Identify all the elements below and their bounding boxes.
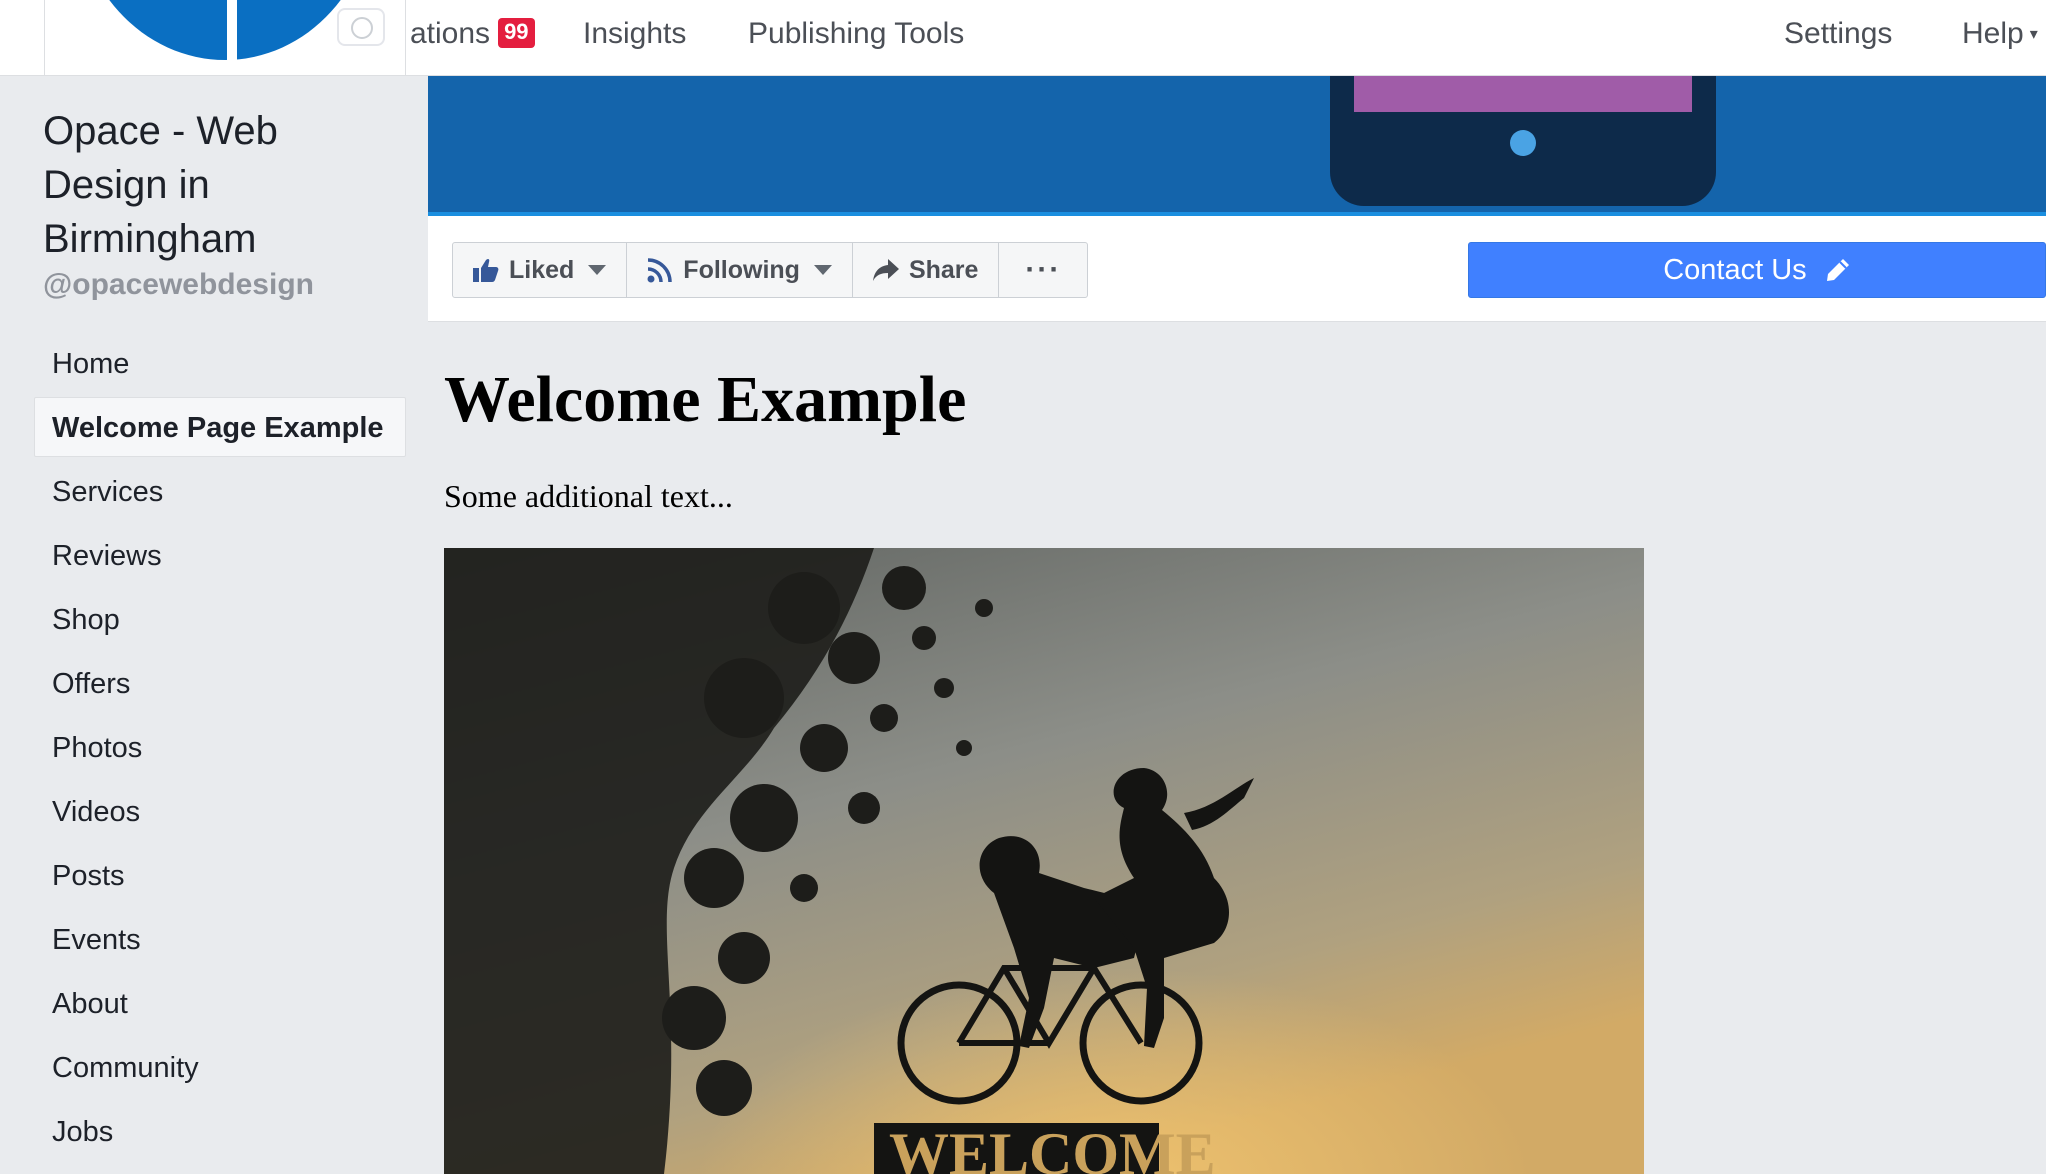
liked-button[interactable]: Liked: [453, 243, 628, 297]
sidebar-item-posts[interactable]: Posts: [34, 845, 406, 905]
camera-icon[interactable]: [337, 8, 385, 46]
help-label: Help: [1962, 17, 2024, 50]
tablet-home-button: [1510, 130, 1536, 156]
following-label: Following: [683, 256, 800, 284]
nav-notifications[interactable]: ations 99: [410, 0, 535, 68]
sidebar-item-jobs[interactable]: Jobs: [34, 1101, 406, 1161]
tablet-illustration: [1330, 76, 1716, 206]
sidebar-item-community[interactable]: Community: [34, 1037, 406, 1097]
chevron-down-icon: [588, 265, 607, 275]
help-caret-icon: ▾: [2029, 26, 2038, 43]
share-label: Share: [908, 256, 979, 284]
cover-photo[interactable]: [428, 76, 2046, 216]
nav-settings[interactable]: Settings: [1784, 0, 1892, 68]
sidebar-item-home[interactable]: Home: [34, 333, 406, 393]
profile-logo-circle: [75, 0, 375, 60]
more-dots-icon: ···: [1025, 253, 1062, 286]
welcome-heading: Welcome Example: [444, 363, 967, 436]
notifications-label: ations: [410, 17, 491, 50]
rss-icon: [647, 257, 673, 283]
sidebar-item-welcome-page-example[interactable]: Welcome Page Example: [34, 397, 406, 457]
page-name[interactable]: Opace - Web Design in Birmingham: [43, 104, 383, 266]
chevron-down-icon: [813, 265, 832, 275]
profile-logo-bar: [227, 0, 237, 75]
nav-insights[interactable]: Insights: [583, 0, 686, 68]
welcome-text: Some additional text...: [444, 478, 733, 514]
action-button-group: Liked Following Share ···: [452, 242, 1089, 298]
liked-label: Liked: [509, 256, 575, 284]
more-options-button[interactable]: ···: [999, 243, 1087, 297]
sidebar-nav: Home Welcome Page Example Services Revie…: [34, 333, 406, 1165]
nav-publishing-tools[interactable]: Publishing Tools: [748, 0, 964, 68]
sidebar-item-shop[interactable]: Shop: [34, 589, 406, 649]
following-button[interactable]: Following: [627, 243, 853, 297]
sidebar-item-events[interactable]: Events: [34, 909, 406, 969]
tablet-screen: [1354, 76, 1692, 112]
sidebar-item-photos[interactable]: Photos: [34, 717, 406, 777]
contact-label: Contact Us: [1663, 254, 1807, 286]
profile-picture[interactable]: [44, 0, 406, 76]
sidebar-item-videos[interactable]: Videos: [34, 781, 406, 841]
sidebar-item-reviews[interactable]: Reviews: [34, 525, 406, 585]
sidebar-item-offers[interactable]: Offers: [34, 653, 406, 713]
thumbs-up-icon: [473, 258, 499, 282]
nav-help[interactable]: Help ▾: [1962, 0, 2038, 68]
notifications-badge: 99: [498, 18, 535, 48]
welcome-photo: WELCOME: [444, 548, 1644, 1174]
share-button[interactable]: Share: [853, 243, 1000, 297]
sidebar-item-services[interactable]: Services: [34, 461, 406, 521]
sign-text: WELCOME: [889, 1121, 1216, 1174]
share-arrow-icon: [872, 259, 899, 281]
sidebar-item-about[interactable]: About: [34, 973, 406, 1033]
page-handle[interactable]: @opacewebdesign: [43, 268, 314, 302]
page-action-bar: Liked Following Share ··· Contact Us: [428, 216, 2046, 322]
contact-us-button[interactable]: Contact Us: [1468, 242, 2046, 298]
pencil-icon[interactable]: [1815, 254, 1851, 286]
